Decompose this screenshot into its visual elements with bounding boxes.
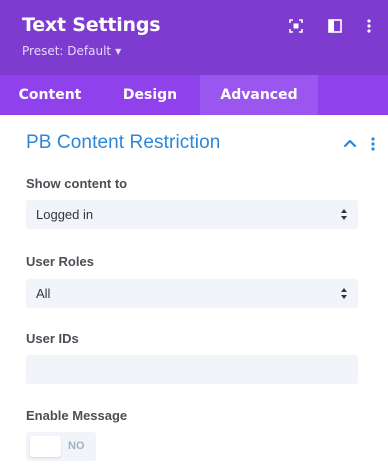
- user-ids-input[interactable]: [26, 355, 358, 384]
- user-roles-label: User Roles: [26, 254, 94, 269]
- select-arrows-icon: [341, 209, 347, 220]
- caret-down-icon: ▼: [115, 47, 122, 56]
- toggle-state-text: NO: [68, 440, 85, 452]
- select-arrows-icon: [341, 288, 347, 299]
- show-content-label: Show content to: [26, 176, 128, 191]
- toggle-knob: [30, 436, 61, 457]
- tab-design[interactable]: Design: [100, 75, 200, 115]
- enable-message-toggle[interactable]: NO: [26, 432, 96, 461]
- chevron-up-icon[interactable]: [342, 136, 358, 152]
- fullscreen-icon[interactable]: [287, 17, 305, 35]
- user-ids-label: User IDs: [26, 331, 79, 346]
- preset-selector[interactable]: Preset: Default ▼: [22, 44, 121, 58]
- user-roles-select[interactable]: All: [26, 279, 358, 308]
- enable-message-label: Enable Message: [26, 408, 128, 423]
- settings-header: Text Settings Preset: Default ▼: [0, 0, 388, 75]
- section-title[interactable]: PB Content Restriction: [26, 132, 220, 154]
- modal-title: Text Settings: [22, 14, 161, 36]
- preset-label: Preset: Default: [22, 44, 112, 58]
- more-vertical-icon[interactable]: [360, 17, 378, 35]
- show-content-select[interactable]: Logged in: [26, 200, 358, 229]
- columns-icon[interactable]: [326, 17, 344, 35]
- tab-bar: Content Design Advanced: [0, 75, 388, 115]
- show-content-value: Logged in: [36, 207, 94, 222]
- user-roles-value: All: [36, 286, 51, 301]
- tab-advanced[interactable]: Advanced: [200, 75, 318, 115]
- tab-content[interactable]: Content: [0, 75, 100, 115]
- section-options-icon[interactable]: [366, 136, 380, 152]
